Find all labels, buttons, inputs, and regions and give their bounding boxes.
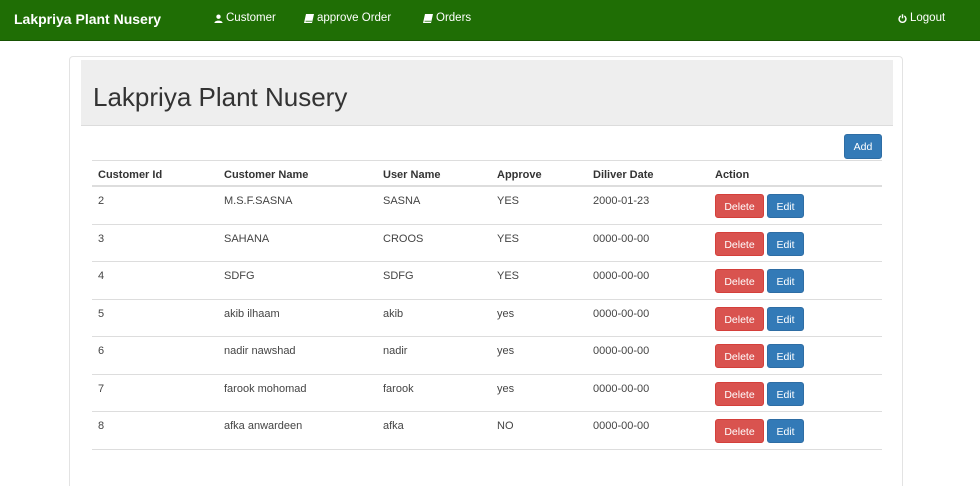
cell-customer-name: nadir nawshad	[224, 345, 296, 357]
cell-user-name: farook	[383, 382, 414, 395]
cell-customer-id: 8	[98, 420, 105, 432]
cell-customer-name: afka anwardeen	[224, 420, 303, 432]
table-row: 7 farook mohomad farook yes 0000-00-00 D…	[92, 375, 882, 412]
table-row: 6 nadir nawshad nadir yes 0000-00-00 Del…	[92, 337, 882, 375]
column-header-diliver-date: Diliver Date	[593, 169, 654, 181]
cell-diliver-date: 0000-00-00	[593, 382, 650, 395]
power-icon	[898, 13, 907, 23]
cell-customer-id: 3	[98, 232, 105, 245]
cell-diliver-date: 0000-00-00	[593, 232, 650, 245]
cell-customer-id: 2	[98, 195, 105, 207]
cell-diliver-date: 2000-01-23	[593, 195, 650, 207]
content-panel: Lakpriya Plant Nusery Add Customer Id Cu…	[69, 56, 903, 486]
cell-customer-name: SAHANA	[224, 232, 270, 245]
nav-item-orders-label: Orders	[436, 12, 472, 24]
cell-approve: YES	[497, 195, 520, 207]
cell-approve: YES	[497, 270, 520, 282]
cell-diliver-date: 0000-00-00	[593, 307, 650, 320]
cell-customer-id: 6	[98, 345, 105, 357]
cell-customer-id: 5	[98, 307, 105, 320]
page-header: Lakpriya Plant Nusery	[81, 60, 893, 126]
edit-button[interactable]: Edit	[767, 269, 804, 293]
cell-customer-name: SDFG	[224, 270, 255, 282]
user-icon	[214, 14, 223, 23]
edit-button[interactable]: Edit	[767, 381, 804, 406]
cell-customer-name: M.S.F.SASNA	[224, 195, 293, 207]
nav-item-customer[interactable]: Customer	[214, 12, 276, 24]
cell-user-name: akib	[383, 307, 404, 320]
edit-button[interactable]: Edit	[767, 231, 804, 256]
cell-user-name: CROOS	[383, 232, 424, 245]
book-icon	[423, 13, 433, 23]
cell-customer-id: 7	[98, 382, 105, 395]
cell-user-name: nadir	[383, 345, 408, 357]
cell-approve: yes	[497, 382, 515, 395]
edit-button[interactable]: Edit	[767, 306, 804, 331]
nav-item-orders[interactable]: Orders	[423, 12, 471, 24]
add-button[interactable]: Add	[844, 134, 882, 159]
delete-button[interactable]: Delete	[715, 306, 764, 331]
delete-button[interactable]: Delete	[715, 419, 764, 443]
cell-customer-name: akib ilhaam	[224, 307, 280, 320]
cell-user-name: afka	[383, 420, 404, 432]
delete-button[interactable]: Delete	[715, 381, 764, 406]
cell-approve: NO	[497, 420, 514, 432]
edit-button[interactable]: Edit	[767, 344, 804, 368]
column-header-approve: Approve	[497, 169, 542, 181]
column-header-user-name: User Name	[383, 169, 441, 181]
logout-link[interactable]: Logout	[898, 12, 945, 24]
cell-diliver-date: 0000-00-00	[593, 345, 650, 357]
cell-diliver-date: 0000-00-00	[593, 270, 650, 282]
logout-label: Logout	[910, 12, 946, 24]
delete-button[interactable]: Delete	[715, 194, 764, 218]
delete-button[interactable]: Delete	[715, 231, 764, 256]
cell-user-name: SASNA	[383, 195, 421, 207]
table-row: 3 SAHANA CROOS YES 0000-00-00 Delete Edi…	[92, 225, 882, 262]
cell-diliver-date: 0000-00-00	[593, 420, 650, 432]
delete-button[interactable]: Delete	[715, 269, 764, 293]
table-row: 8 afka anwardeen afka NO 0000-00-00 Dele…	[92, 412, 882, 450]
edit-button[interactable]: Edit	[767, 194, 804, 218]
column-header-customer-name: Customer Name	[224, 169, 309, 181]
nav-item-customer-label: Customer	[226, 12, 276, 24]
cell-customer-name: farook mohomad	[224, 382, 307, 395]
nav-item-approve-order[interactable]: approve Order	[304, 12, 391, 24]
cell-approve: yes	[497, 307, 515, 320]
page-title: Lakpriya Plant Nusery	[93, 82, 348, 112]
nav-item-approve-order-label: approve Order	[317, 12, 392, 24]
cell-user-name: SDFG	[383, 270, 414, 282]
table-row: 4 SDFG SDFG YES 0000-00-00 Delete Edit	[92, 262, 882, 300]
table-header: Customer Id Customer Name User Name Appr…	[92, 160, 882, 187]
navbar-brand[interactable]: Lakpriya Plant Nusery	[14, 11, 161, 27]
cell-customer-id: 4	[98, 270, 105, 282]
cell-approve: yes	[497, 345, 515, 357]
top-navbar: Lakpriya Plant Nusery Customer approve O…	[0, 0, 980, 41]
table-row: 2 M.S.F.SASNA SASNA YES 2000-01-23 Delet…	[92, 187, 882, 225]
book-icon	[304, 13, 314, 23]
table-row: 5 akib ilhaam akib yes 0000-00-00 Delete…	[92, 300, 882, 337]
column-header-action: Action	[715, 169, 750, 181]
cell-approve: YES	[497, 232, 520, 245]
customer-table: Customer Id Customer Name User Name Appr…	[92, 160, 882, 450]
delete-button[interactable]: Delete	[715, 344, 764, 368]
column-header-customer-id: Customer Id	[98, 169, 163, 181]
edit-button[interactable]: Edit	[767, 419, 804, 443]
